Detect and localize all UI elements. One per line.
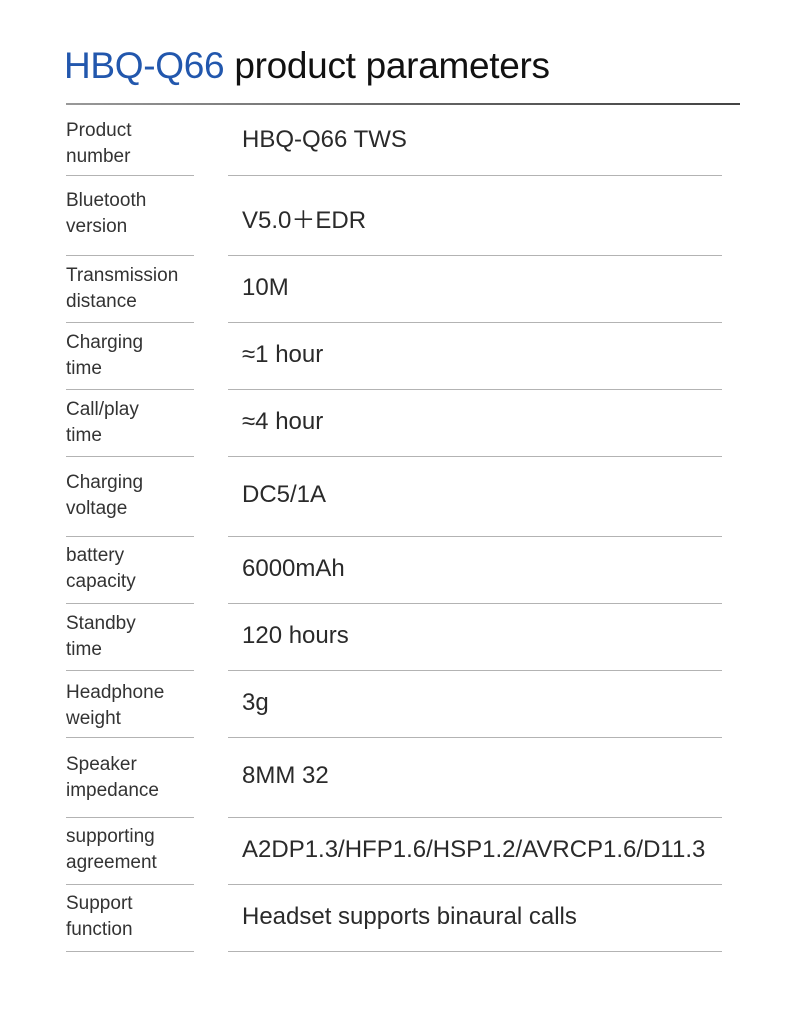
row-divider-left: [66, 389, 194, 390]
parameter-label-line: Charging: [66, 332, 144, 353]
parameter-value: DC5/1A: [242, 481, 327, 508]
parameter-label-line: Bluetooth: [66, 190, 147, 211]
parameter-label: Standby time: [66, 611, 196, 663]
parameter-label: Call/play time: [66, 397, 196, 449]
parameter-label: battery capacity: [66, 543, 196, 595]
parameter-value: 6000mAh: [242, 554, 345, 582]
parameter-label-line: Transmission: [66, 265, 179, 286]
parameter-label-line: version: [66, 216, 128, 237]
parameter-value: ≈1 hour: [242, 340, 324, 368]
row-divider-left: [66, 322, 194, 323]
parameter-label: Speaker impedance: [66, 752, 196, 804]
row-divider-right: [228, 175, 722, 176]
parameter-label-line: time: [66, 358, 102, 379]
row-divider-left: [66, 884, 194, 885]
model-name: HBQ-Q66: [64, 45, 225, 86]
parameter-label: Product number: [66, 118, 196, 170]
parameter-label-line: weight: [66, 708, 121, 729]
parameter-label-line: Headphone: [66, 682, 165, 703]
row-divider-left: [66, 175, 194, 176]
row-divider-left: [66, 456, 194, 457]
parameter-value: HBQ-Q66 TWS: [242, 125, 407, 153]
row-divider-right: [228, 670, 722, 671]
row-divider-right: [228, 255, 722, 256]
parameter-label-line: Support: [66, 893, 133, 914]
parameter-value: 8MM 32: [242, 762, 329, 789]
parameter-label-line: Charging: [66, 472, 144, 493]
parameter-label-line: Call/play: [66, 399, 139, 420]
parameter-label-line: agreement: [66, 852, 157, 873]
row-divider-left: [66, 817, 194, 818]
parameter-label: supporting agreement: [66, 824, 196, 876]
parameter-value: 3g: [242, 688, 269, 716]
parameter-label-line: time: [66, 425, 102, 446]
parameter-value: 10M: [242, 273, 289, 301]
parameter-label-line: Standby: [66, 613, 136, 634]
parameter-label: Transmission distance: [66, 263, 196, 315]
parameter-value: 120 hours: [242, 621, 349, 649]
row-divider-left: [66, 670, 194, 671]
title-divider: [66, 103, 740, 105]
parameter-label-line: supporting: [66, 826, 155, 847]
parameter-value: A2DP1.3/HFP1.6/HSP1.2/AVRCP1.6/D11.3: [242, 835, 706, 863]
title-text: product parameters: [224, 45, 550, 86]
parameter-label: Bluetooth version: [66, 188, 196, 240]
parameter-label-line: battery: [66, 545, 125, 566]
row-divider-right: [228, 884, 722, 885]
parameter-label-line: time: [66, 639, 102, 660]
parameter-label-line: distance: [66, 291, 137, 312]
parameter-label-line: function: [66, 919, 133, 940]
row-divider-left: [66, 951, 194, 952]
page-title: HBQ-Q66 product parameters: [64, 42, 550, 90]
row-divider-left: [66, 255, 194, 256]
parameter-label-line: voltage: [66, 498, 128, 519]
row-divider-right: [228, 536, 722, 537]
row-divider-right: [228, 817, 722, 818]
parameter-label-line: capacity: [66, 571, 136, 592]
row-divider-left: [66, 603, 194, 604]
row-divider-left: [66, 536, 194, 537]
parameter-value: Headset supports binaural calls: [242, 902, 577, 930]
parameter-label-line: Product: [66, 120, 132, 141]
parameter-value: ≈4 hour: [242, 407, 324, 435]
parameter-label-line: impedance: [66, 780, 159, 801]
row-divider-right: [228, 389, 722, 390]
parameter-label: Charging voltage: [66, 470, 196, 522]
parameter-label: Charging time: [66, 330, 196, 382]
parameter-label: Headphone weight: [66, 680, 196, 732]
parameter-value: V5.0＋EDR: [242, 207, 367, 234]
parameter-label-line: number: [66, 146, 131, 167]
parameter-label: Support function: [66, 891, 196, 943]
parameter-label-line: Speaker: [66, 754, 137, 775]
row-divider-right: [228, 603, 722, 604]
row-divider-left: [66, 737, 194, 738]
row-divider-right: [228, 951, 722, 952]
row-divider-right: [228, 456, 722, 457]
row-divider-right: [228, 322, 722, 323]
row-divider-right: [228, 737, 722, 738]
